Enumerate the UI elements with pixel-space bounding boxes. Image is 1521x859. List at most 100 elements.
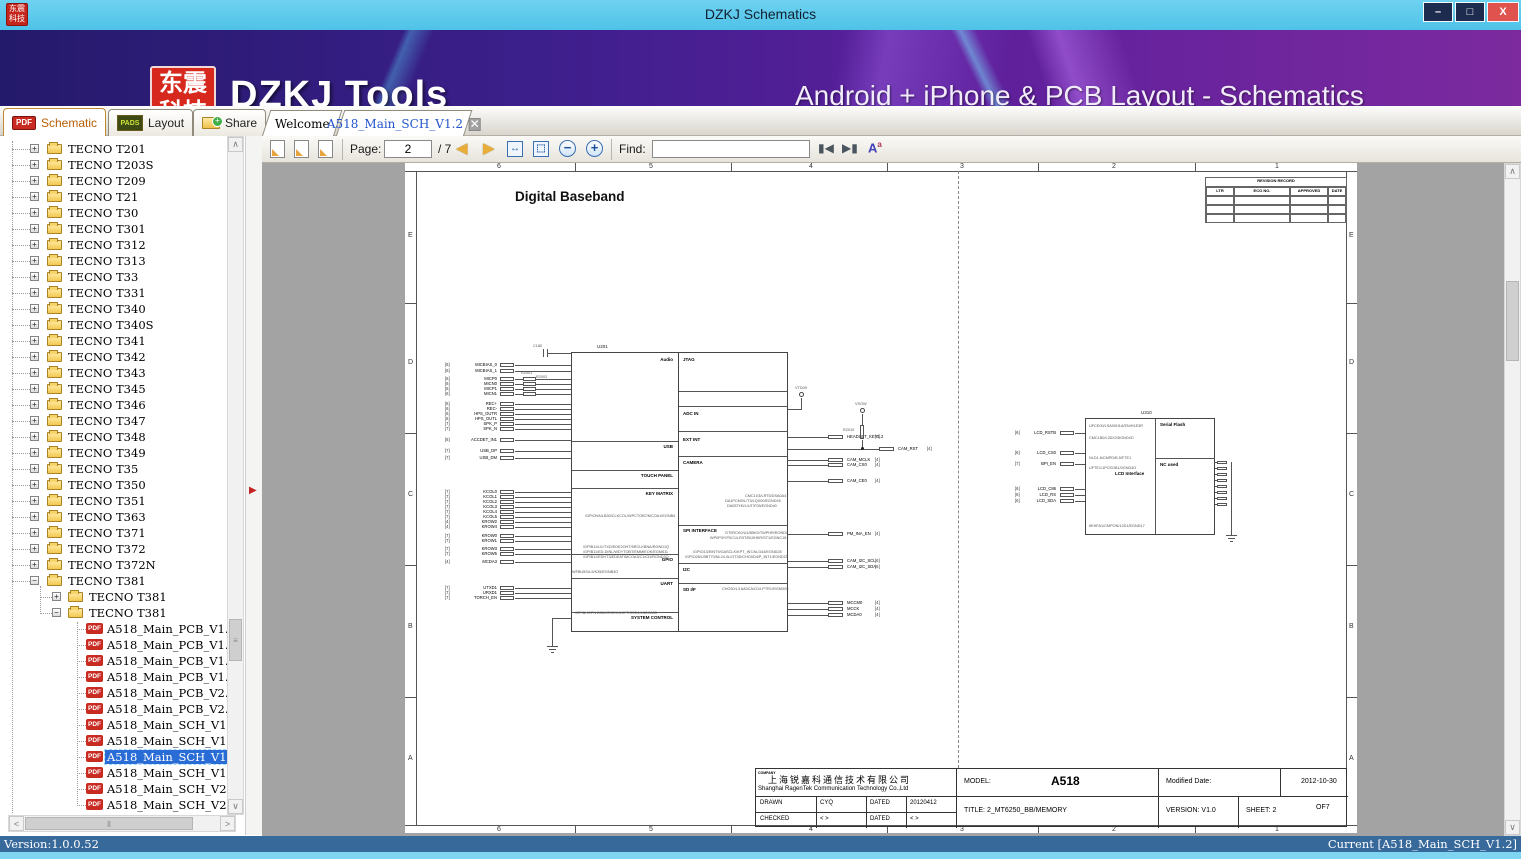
close-button[interactable]: X (1487, 2, 1519, 22)
tree-expander-icon[interactable]: + (30, 432, 39, 441)
tree-item-label[interactable]: TECNO T381 (87, 606, 169, 620)
tree-item[interactable]: PDFA518_Main_PCB_V2.1_PLA (0, 701, 228, 717)
viewer-vscroll-thumb[interactable] (1506, 281, 1519, 361)
tree-item[interactable]: + TECNO T313 (0, 253, 228, 269)
copy-all-icon[interactable] (318, 140, 333, 158)
tree-item-label[interactable]: TECNO T313 (66, 254, 148, 268)
tree-item[interactable]: − TECNO T381 (0, 573, 228, 589)
tree-vscrollbar[interactable]: ∧ ∨ ≡ (227, 136, 244, 815)
tree-item[interactable]: + TECNO T30 (0, 205, 228, 221)
viewer-scroll-down-icon[interactable]: ∨ (1505, 820, 1520, 835)
tree-scroll-right-icon[interactable]: > (220, 816, 235, 831)
tree-item-label[interactable]: TECNO T340 (66, 302, 148, 316)
tree-item-label[interactable]: A518_Main_SCH_V1.1 (105, 734, 228, 748)
tree-item-label[interactable]: TECNO T363 (66, 510, 148, 524)
tree-item[interactable]: + TECNO T342 (0, 349, 228, 365)
tree-item[interactable]: + TECNO T350 (0, 477, 228, 493)
tree-item[interactable]: + TECNO T35 (0, 461, 228, 477)
tree-item-label[interactable]: TECNO T21 (66, 190, 140, 204)
panel-splitter[interactable]: ▶ (245, 136, 262, 835)
tree-expander-icon[interactable]: + (30, 400, 39, 409)
next-page-icon[interactable]: ▶ (483, 139, 495, 157)
zoom-in-icon[interactable]: + (586, 140, 603, 157)
tree-item-label[interactable]: TECNO T372 (66, 542, 148, 556)
tree-expander-icon[interactable]: + (30, 368, 39, 377)
tree-item-label[interactable]: A518_Main_SCH_V1.2 (104, 749, 228, 765)
fit-width-icon[interactable]: ↔ (507, 141, 523, 157)
tree-item[interactable]: + TECNO T345 (0, 381, 228, 397)
tree-item[interactable]: PDF A518_Main_SCH_V2.0 (0, 781, 228, 797)
tree-item-label[interactable]: TECNO T345 (66, 382, 148, 396)
tree-item[interactable]: + TECNO T203S (0, 157, 228, 173)
tree-expander-icon[interactable]: + (30, 560, 39, 569)
tab-schematic[interactable]: PDF Schematic (3, 108, 107, 136)
tree-item[interactable]: + TECNO T33 (0, 269, 228, 285)
tree-item[interactable]: + TECNO T201 (0, 141, 228, 157)
tree-expander-icon[interactable]: + (30, 240, 39, 249)
tree-item[interactable]: + TECNO T371 (0, 525, 228, 541)
tree-item[interactable]: + TECNO T351 (0, 493, 228, 509)
match-case-icon[interactable]: Aa (868, 140, 882, 155)
tree-item-label[interactable]: TECNO T343 (66, 366, 148, 380)
tree-item-label[interactable]: TECNO T203S (66, 158, 156, 172)
tree-item-label[interactable]: TECNO T312 (66, 238, 148, 252)
viewer-vscrollbar[interactable]: ∧ ∨ (1504, 163, 1521, 836)
tree-item-label[interactable]: A518_Main_SCH_V1.3 (105, 766, 228, 780)
tree-item-label[interactable]: A518_Main_SCH_V1.0 (105, 718, 228, 732)
tree-item-label[interactable]: TECNO T35 (66, 462, 140, 476)
tree-expander-icon[interactable]: + (30, 336, 39, 345)
tree-item[interactable]: PDF A518_Main_SCH_V1.2 (0, 749, 228, 765)
tree-expander-icon[interactable]: + (30, 464, 39, 473)
splitter-collapse-icon[interactable]: ▶ (249, 485, 257, 496)
tree-item-label[interactable]: TECNO T351 (66, 494, 148, 508)
copy-page-icon[interactable] (294, 140, 309, 158)
tree-item[interactable]: PDF A518_Main_SCH_V1.3 (0, 765, 228, 781)
tree-item-label[interactable]: TECNO T372N (66, 558, 158, 572)
tree-expander-icon[interactable]: + (30, 496, 39, 505)
tree-expander-icon[interactable]: + (30, 272, 39, 281)
tree-item[interactable]: + TECNO T372 (0, 541, 228, 557)
fit-page-icon[interactable]: ⬚ (533, 141, 549, 157)
tree-item-label[interactable]: TECNO T301 (66, 222, 148, 236)
tree-item-label[interactable]: TECNO T381 (66, 574, 148, 588)
tree-item[interactable]: PDF A518_Main_SCH_V1.0 (0, 717, 228, 733)
tree-item-label[interactable]: TECNO T33 (66, 270, 140, 284)
tree-item[interactable]: + TECNO T343 (0, 365, 228, 381)
tree-expander-icon[interactable]: + (30, 528, 39, 537)
tree-item[interactable]: − TECNO T381 (0, 605, 228, 621)
tree-expander-icon[interactable]: + (30, 544, 39, 553)
tree-expander-icon[interactable]: + (30, 176, 39, 185)
tree-item[interactable]: + TECNO T341 (0, 333, 228, 349)
tree-item-label[interactable]: A518_Main_SCH_V2.0 (105, 782, 228, 796)
doc-tab-close-icon[interactable]: ✕ (468, 117, 481, 131)
tree-item[interactable]: + TECNO T209 (0, 173, 228, 189)
tree-item[interactable]: + TECNO T340 (0, 301, 228, 317)
tree-expander-icon[interactable]: + (30, 160, 39, 169)
tree-item-label[interactable]: TECNO T209 (66, 174, 148, 188)
tree-expander-icon[interactable]: + (30, 448, 39, 457)
tree-item[interactable]: PDFA518_Main_PCB_V2.0_PLA (0, 685, 228, 701)
tree-expander-icon[interactable]: + (30, 416, 39, 425)
tree-expander-icon[interactable]: − (30, 576, 39, 585)
tree-expander-icon[interactable]: + (30, 384, 39, 393)
tree-item[interactable]: + TECNO T346 (0, 397, 228, 413)
tree-item[interactable]: + TECNO T381 (0, 589, 228, 605)
viewer-scroll-up-icon[interactable]: ∧ (1505, 164, 1520, 179)
tree-expander-icon[interactable]: + (30, 144, 39, 153)
tree-expander-icon[interactable]: + (30, 512, 39, 521)
tree-scroll-up-icon[interactable]: ∧ (228, 137, 243, 152)
tree-item[interactable]: PDFA518_Main_PCB_V1.2_PLA (0, 653, 228, 669)
tree-expander-icon[interactable]: + (30, 320, 39, 329)
tree-expander-icon[interactable]: + (30, 208, 39, 217)
tree-item-label[interactable]: TECNO T349 (66, 446, 148, 460)
tree-item-label[interactable]: TECNO T331 (66, 286, 148, 300)
find-next-icon[interactable]: ▶▮ (842, 141, 858, 155)
tree-hscrollbar[interactable]: < > ⦀ (8, 815, 236, 832)
tree-expander-icon[interactable]: + (30, 256, 39, 265)
tree-item-label[interactable]: TECNO T381 (87, 590, 169, 604)
schematic-viewer[interactable]: 6 6 5 5 4 4 3 3 2 2 1 1 E E D D C C B B A A Digital Baseband RE… (262, 163, 1521, 836)
tree-item-label[interactable]: TECNO T371 (66, 526, 148, 540)
tree-expander-icon[interactable]: + (30, 224, 39, 233)
tree-item-label[interactable]: A518_Main_PCB_V1.2_PLA (105, 654, 228, 668)
tree-item-label[interactable]: A518_Main_PCB_V1.3_PLA (105, 670, 228, 684)
